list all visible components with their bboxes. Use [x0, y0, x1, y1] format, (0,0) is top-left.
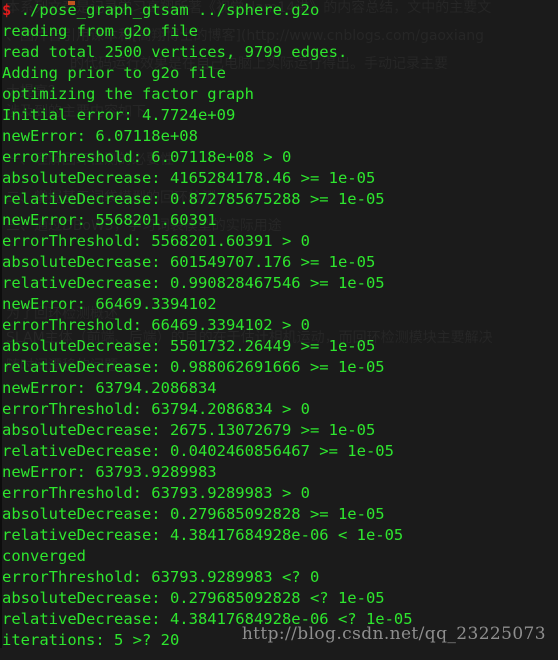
terminal-line: errorThreshold: 63794.2086834 > 0 — [2, 400, 310, 418]
terminal-line: absoluteDecrease: 0.279685092828 >= 1e-0… — [2, 505, 385, 523]
terminal-line: absoluteDecrease: 5501732.26449 >= 1e-05 — [2, 337, 376, 355]
terminal-line: newError: 5568201.60391 — [2, 211, 217, 229]
terminal-line: newError: 6.07118e+08 — [2, 127, 198, 145]
terminal-screenshot: 本系列文章是记录学习高翔所著《视觉slam14讲》的内容总结，文中的主要文 、图片… — [0, 0, 558, 660]
terminal-line: relativeDecrease: 0.0402460856467 >= 1e-… — [2, 442, 394, 460]
terminal-line: Adding prior to g2o file — [2, 64, 226, 82]
terminal-line: errorThreshold: 63793.9289983 <? 0 — [2, 568, 320, 586]
terminal-line: errorThreshold: 63793.9289983 > 0 — [2, 484, 310, 502]
terminal-line: newError: 63793.9289983 — [2, 463, 217, 481]
prompt-sigil: $ — [2, 1, 12, 19]
terminal-line: relativeDecrease: 0.990828467546 >= 1e-0… — [2, 274, 385, 292]
terminal-line: relativeDecrease: 0.988062691666 >= 1e-0… — [2, 358, 385, 376]
terminal-left-edge — [0, 0, 2, 648]
csdn-url-watermark: http://blog.csdn.net/qq_23225073 — [241, 624, 546, 644]
terminal-line: errorThreshold: 66469.3394102 > 0 — [2, 316, 310, 334]
terminal-output[interactable]: $ ./pose_graph_gtsam ../sphere.g2o readi… — [0, 0, 558, 660]
terminal-line: converged — [2, 547, 86, 565]
terminal-line: optimizing the factor graph — [2, 85, 254, 103]
terminal-command: ./pose_graph_gtsam ../sphere.g2o — [11, 1, 320, 19]
terminal-line: absoluteDecrease: 2675.13072679 >= 1e-05 — [2, 421, 376, 439]
terminal-line: errorThreshold: 6.07118e+08 > 0 — [2, 148, 292, 166]
terminal-prompt-line: $ ./pose_graph_gtsam ../sphere.g2o — [2, 0, 558, 21]
cursor-artifact — [68, 1, 75, 5]
terminal-line: absoluteDecrease: 4165284178.46 >= 1e-05 — [2, 169, 376, 187]
terminal-bottom-edge — [0, 648, 558, 660]
terminal-line: absoluteDecrease: 601549707.176 >= 1e-05 — [2, 253, 376, 271]
terminal-line: read total 2500 vertices, 9799 edges. — [2, 43, 348, 61]
terminal-output-lines: reading from g2o file read total 2500 ver… — [2, 21, 558, 660]
terminal-line: absoluteDecrease: 0.279685092828 <? 1e-0… — [2, 589, 385, 607]
terminal-line: reading from g2o file — [2, 22, 198, 40]
terminal-line: relativeDecrease: 0.872785675288 >= 1e-0… — [2, 190, 385, 208]
terminal-line: errorThreshold: 5568201.60391 > 0 — [2, 232, 310, 250]
terminal-line: newError: 66469.3394102 — [2, 295, 217, 313]
terminal-line: newError: 63794.2086834 — [2, 379, 217, 397]
terminal-line: Initial error: 4.7724e+09 — [2, 106, 236, 124]
terminal-line: relativeDecrease: 4.38417684928e-06 < 1e… — [2, 526, 404, 544]
